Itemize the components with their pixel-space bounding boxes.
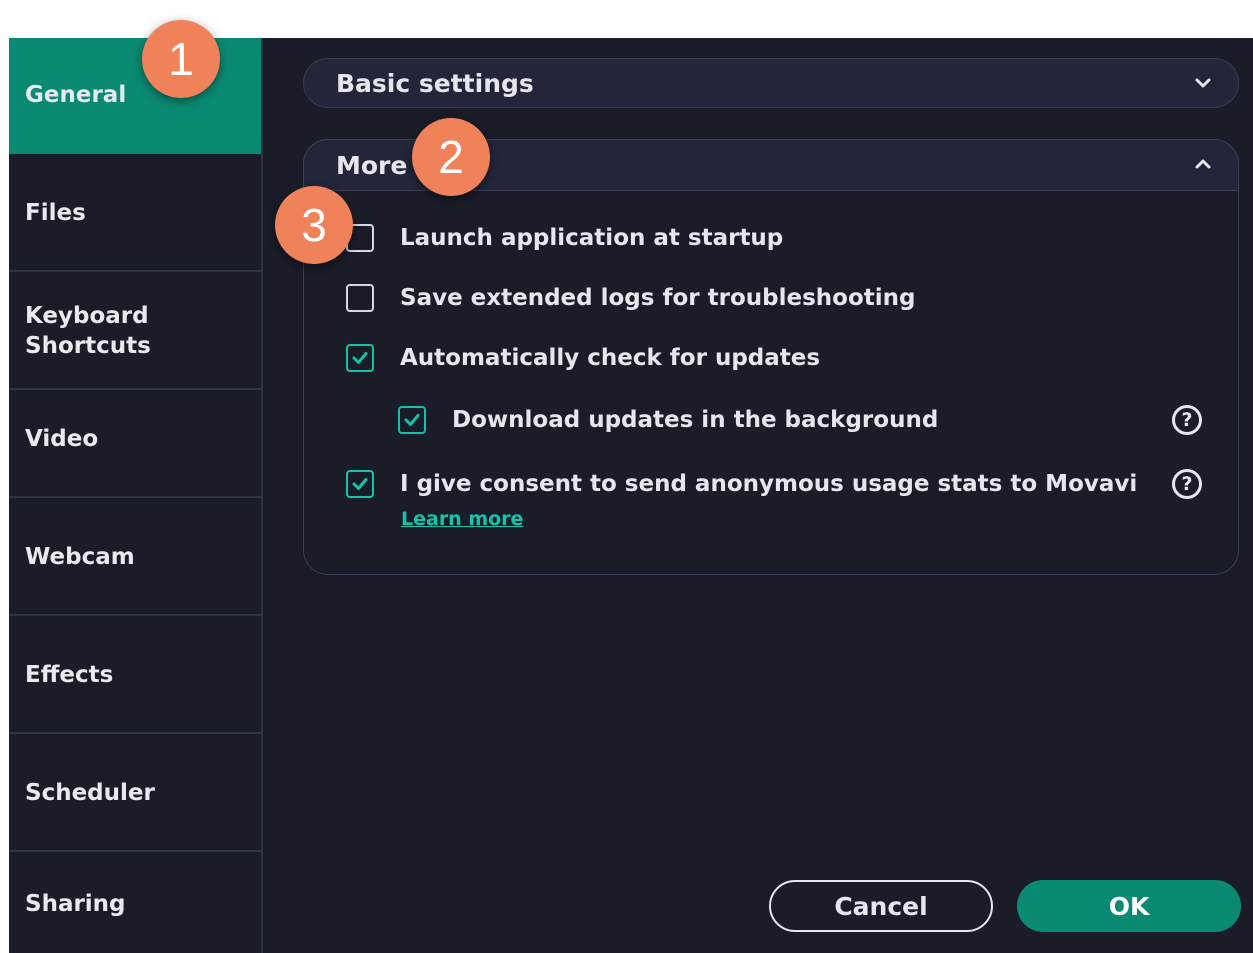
- option-label: Launch application at startup: [400, 225, 784, 251]
- sidebar: General Files Keyboard Shortcuts Video W…: [9, 38, 263, 953]
- section-title: Basic settings: [336, 68, 534, 98]
- cancel-button[interactable]: Cancel: [769, 880, 993, 932]
- usage-stats-checkbox[interactable]: [346, 470, 374, 498]
- chevron-up-icon: [1195, 159, 1211, 169]
- sidebar-item-label: Effects: [25, 662, 114, 688]
- check-icon: [352, 352, 368, 364]
- sidebar-item-files[interactable]: Files: [9, 156, 261, 272]
- sidebar-item-label: Video: [25, 426, 99, 452]
- sidebar-item-keyboard-shortcuts[interactable]: Keyboard Shortcuts: [9, 274, 261, 390]
- extended-logs-checkbox[interactable]: [346, 284, 374, 312]
- option-usage-stats: I give consent to send anonymous usage s…: [346, 470, 1137, 498]
- basic-settings-header[interactable]: Basic settings: [303, 58, 1239, 108]
- check-updates-checkbox[interactable]: [346, 344, 374, 372]
- check-icon: [404, 414, 420, 426]
- option-label: Save extended logs for troubleshooting: [400, 285, 916, 311]
- option-extended-logs: Save extended logs for troubleshooting: [346, 284, 915, 312]
- sidebar-item-effects[interactable]: Effects: [9, 618, 261, 734]
- learn-more-link[interactable]: Learn more: [401, 508, 523, 530]
- callout-badge-1: 1: [142, 20, 220, 98]
- sidebar-item-label: Files: [25, 200, 86, 226]
- option-launch-at-startup: Launch application at startup: [346, 224, 783, 252]
- section-title: More: [336, 150, 408, 180]
- callout-badge-2: 2: [412, 118, 490, 196]
- sidebar-item-video[interactable]: Video: [9, 382, 261, 498]
- sidebar-item-label: General: [25, 82, 127, 108]
- option-check-updates: Automatically check for updates: [346, 344, 820, 372]
- preferences-window: General Files Keyboard Shortcuts Video W…: [9, 38, 1253, 953]
- more-section: More Launch application at startup Save …: [303, 139, 1239, 575]
- sidebar-item-scheduler[interactable]: Scheduler: [9, 736, 261, 852]
- chevron-down-icon: [1195, 78, 1211, 88]
- help-icon[interactable]: ?: [1172, 469, 1202, 499]
- sidebar-item-label: Scheduler: [25, 780, 155, 806]
- help-icon[interactable]: ?: [1172, 405, 1202, 435]
- option-label: I give consent to send anonymous usage s…: [400, 471, 1138, 497]
- option-label: Download updates in the background: [452, 407, 939, 433]
- callout-badge-3: 3: [275, 186, 353, 264]
- sidebar-item-webcam[interactable]: Webcam: [9, 500, 261, 616]
- sidebar-item-sharing[interactable]: Sharing: [9, 854, 261, 953]
- sidebar-item-label: Keyboard Shortcuts: [25, 303, 151, 359]
- settings-content: Basic settings More Launch application a…: [263, 38, 1253, 953]
- option-download-background: Download updates in the background: [398, 406, 938, 434]
- sidebar-item-label: Webcam: [25, 544, 135, 570]
- download-background-checkbox[interactable]: [398, 406, 426, 434]
- sidebar-item-label: Sharing: [25, 890, 126, 917]
- check-icon: [352, 478, 368, 490]
- sidebar-item-general[interactable]: General: [9, 38, 261, 154]
- option-label: Automatically check for updates: [400, 345, 821, 371]
- ok-button[interactable]: OK: [1017, 880, 1241, 932]
